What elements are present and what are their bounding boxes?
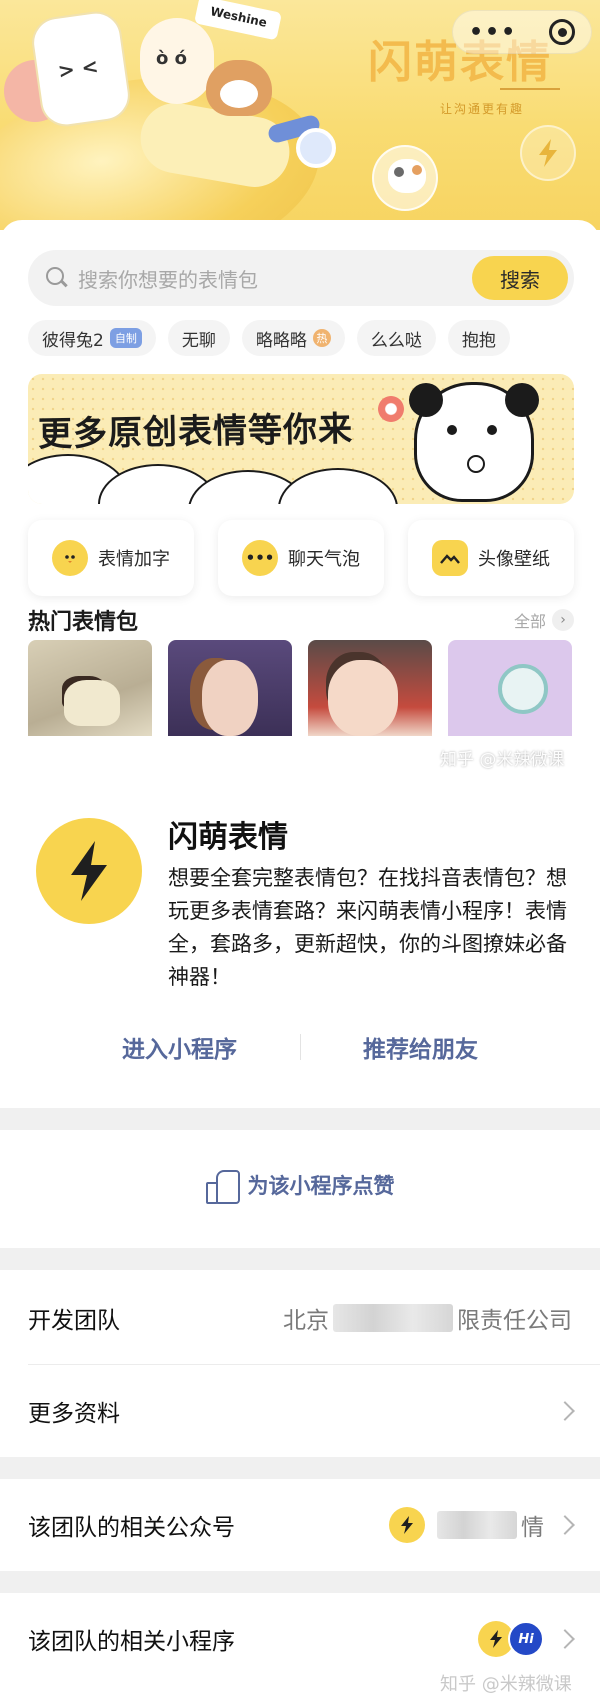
tag-item[interactable]: 略略略 热 bbox=[241, 320, 345, 356]
tag-label: 彼得兔2 bbox=[42, 330, 104, 351]
search-button[interactable]: 搜索 bbox=[472, 256, 568, 300]
watermark: 知乎 @米辣微课 bbox=[440, 1674, 572, 1695]
like-label: 为该小程序点赞 bbox=[247, 1174, 395, 1198]
app-actions: 进入小程序 推荐给朋友 bbox=[0, 1022, 600, 1072]
hot-section-header: 热门表情包 全部 › bbox=[28, 600, 574, 640]
developer-team-row: 开发团队 北京 限责任公司 bbox=[0, 1272, 600, 1364]
view-all-label: 全部 bbox=[513, 612, 546, 631]
promo-text: 更多原创表情等你来 bbox=[37, 409, 354, 455]
redacted-text bbox=[333, 1304, 453, 1332]
close-target-icon[interactable] bbox=[549, 19, 576, 45]
enter-mini-program-button[interactable]: 进入小程序 bbox=[60, 1030, 300, 1064]
section-gap bbox=[0, 1248, 600, 1270]
mini-program-capsule: ••• bbox=[452, 10, 592, 54]
bear-mascot-icon bbox=[409, 382, 539, 502]
banner-slogan: 让沟通更有趣 bbox=[440, 102, 525, 116]
feature-wallpaper[interactable]: 头像壁纸 bbox=[408, 520, 574, 596]
official-account-value: 情 bbox=[389, 1507, 544, 1543]
chat-bubble-icon: ••• bbox=[242, 540, 278, 576]
chevron-right-icon bbox=[555, 1629, 575, 1649]
redacted-text bbox=[437, 1511, 517, 1539]
tag-item[interactable]: 么么哒 bbox=[356, 320, 436, 356]
hi-app-icon: Hi bbox=[508, 1621, 544, 1657]
wallpaper-icon bbox=[432, 540, 468, 576]
sticker-thumbnail[interactable] bbox=[448, 640, 572, 736]
feature-chat-bubble[interactable]: ••• 聊天气泡 bbox=[218, 520, 384, 596]
related-mini-program-icons: Hi bbox=[478, 1621, 544, 1657]
tag-label: 略略略 bbox=[255, 330, 307, 351]
flower-icon bbox=[376, 394, 406, 424]
lightning-avatar-icon bbox=[389, 1507, 425, 1543]
banner-dash bbox=[500, 88, 560, 90]
feature-shortcuts: 表情加字 ••• 聊天气泡 头像壁纸 bbox=[28, 520, 574, 596]
sticker-thumbnail[interactable] bbox=[308, 640, 432, 736]
tag-label: 无聊 bbox=[181, 330, 216, 351]
view-all-link[interactable]: 全部 › bbox=[514, 608, 574, 632]
search-bar[interactable]: 搜索你想要的表情包 搜索 bbox=[28, 250, 574, 306]
row-label: 该团队的相关公众号 bbox=[28, 1515, 235, 1541]
like-mini-program-button[interactable]: 为该小程序点赞 bbox=[0, 1135, 600, 1235]
section-gap bbox=[0, 1108, 600, 1130]
tag-label: 抱抱 bbox=[461, 330, 496, 351]
section-gap bbox=[0, 1457, 600, 1479]
thumbs-up-icon bbox=[205, 1168, 240, 1204]
feature-label: 表情加字 bbox=[98, 549, 170, 570]
banner-character-dog bbox=[206, 60, 272, 116]
promo-banner[interactable]: 更多原创表情等你来 bbox=[28, 374, 574, 504]
app-info-panel: 闪萌表情 想要全套完整表情包？在找抖音表情包？想玩更多表情套路？来闪萌表情小程序… bbox=[0, 790, 600, 1150]
tag-item[interactable]: 彼得兔2 自制 bbox=[28, 320, 156, 356]
mini-program-profile-page: Weshine 闪萌表情 让沟通更有趣 ••• 搜索你想要的表情包 搜索 彼得兔… bbox=[0, 0, 600, 1708]
related-official-account-row[interactable]: 该团队的相关公众号 情 bbox=[0, 1479, 600, 1571]
official-account-suffix: 情 bbox=[521, 1515, 544, 1541]
app-name: 闪萌表情 bbox=[168, 820, 288, 855]
banner-character-white bbox=[28, 8, 134, 130]
cat-bubble-icon bbox=[372, 145, 438, 211]
chevron-right-icon bbox=[555, 1401, 575, 1421]
developer-name: 北京 限责任公司 bbox=[283, 1301, 572, 1335]
app-description: 想要全套完整表情包？在找抖音表情包？想玩更多表情套路？来闪萌表情小程序！表情全，… bbox=[168, 866, 567, 989]
watermark: 知乎 @米辣微课 bbox=[440, 750, 565, 770]
tag-label: 么么哒 bbox=[370, 330, 422, 351]
chevron-right-icon bbox=[555, 1515, 575, 1535]
section-gap bbox=[0, 1571, 600, 1593]
hot-sticker-thumbnails bbox=[28, 640, 574, 736]
chevron-right-icon: › bbox=[552, 609, 574, 631]
header-banner: Weshine 闪萌表情 让沟通更有趣 ••• bbox=[0, 0, 600, 230]
sticker-thumbnail[interactable] bbox=[28, 640, 152, 736]
chick-icon bbox=[52, 540, 88, 576]
tag-badge-custom: 自制 bbox=[109, 328, 142, 348]
banner-character-baby bbox=[140, 18, 214, 104]
lightning-bubble-icon bbox=[520, 125, 576, 181]
section-title: 热门表情包 bbox=[28, 610, 139, 635]
row-label: 更多资料 bbox=[28, 1401, 120, 1427]
sticker-thumbnail[interactable] bbox=[168, 640, 292, 736]
feature-add-text[interactable]: 表情加字 bbox=[28, 520, 194, 596]
row-label: 该团队的相关小程序 bbox=[28, 1629, 235, 1655]
feature-label: 聊天气泡 bbox=[288, 549, 360, 570]
tag-item[interactable]: 抱抱 bbox=[447, 320, 510, 356]
search-icon bbox=[46, 267, 68, 289]
row-label: 开发团队 bbox=[28, 1308, 120, 1334]
more-info-row[interactable]: 更多资料 bbox=[0, 1365, 600, 1457]
tag-badge-hot: 热 bbox=[312, 329, 331, 347]
more-icon[interactable]: ••• bbox=[469, 20, 517, 45]
developer-name-prefix: 北京 bbox=[283, 1308, 329, 1334]
search-input[interactable]: 搜索你想要的表情包 bbox=[78, 264, 472, 293]
tag-item[interactable]: 无聊 bbox=[167, 320, 230, 356]
developer-name-suffix: 限责任公司 bbox=[457, 1308, 572, 1334]
banner-fan-icon bbox=[296, 128, 336, 168]
feature-label: 头像壁纸 bbox=[478, 549, 550, 570]
recommend-to-friend-button[interactable]: 推荐给朋友 bbox=[301, 1030, 541, 1064]
hot-tags: 彼得兔2 自制 无聊 略略略 热 么么哒 抱抱 bbox=[28, 320, 588, 360]
lightning-logo-icon bbox=[36, 818, 142, 924]
